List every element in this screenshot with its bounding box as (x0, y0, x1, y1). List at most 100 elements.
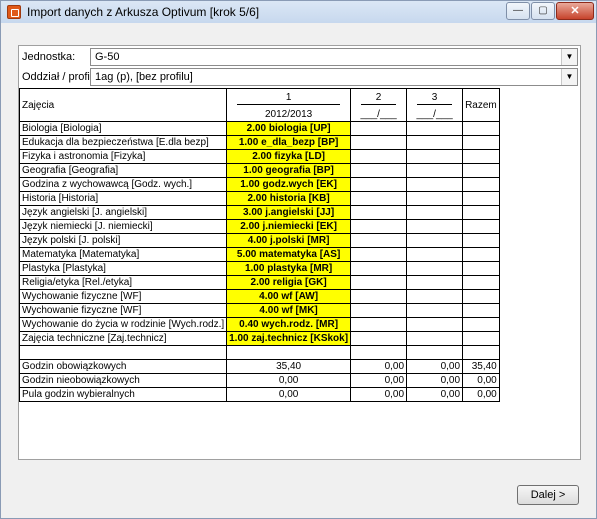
next-button[interactable]: Dalej > (517, 485, 579, 505)
table-row[interactable]: Geografia [Geografia] 1.00 geografia [BP] (18, 163, 500, 178)
assignment-cell[interactable]: 2.00 fizyka [LD] (226, 149, 352, 164)
subject-name-cell: Godzina z wychowawcą [Godz. wych.] (18, 177, 228, 192)
assignment-cell[interactable]: 2.00 biologia [UP] (226, 121, 352, 136)
year3-cell[interactable] (406, 275, 464, 290)
assignment-cell[interactable]: 4.00 wf [MK] (226, 303, 352, 318)
assignment-cell[interactable]: 2.00 historia [KB] (226, 191, 352, 206)
year2-cell[interactable] (350, 149, 408, 164)
year3-cell[interactable] (406, 163, 464, 178)
year3-cell[interactable] (406, 247, 464, 262)
oddzial-select[interactable]: 1ag (p), [bez profilu] ▼ (90, 68, 578, 86)
table-row[interactable]: Wychowanie fizyczne [WF] 4.00 wf [MK] (18, 303, 500, 318)
table-row[interactable]: Język angielski [J. angielski] 3.00 j.ang… (18, 205, 500, 220)
year3-cell[interactable] (406, 289, 464, 304)
year2-cell[interactable] (350, 247, 408, 262)
header-subject: Zajęcia (18, 88, 228, 122)
table-row[interactable]: Wychowanie fizyczne [WF] 4.00 wf [AW] (18, 289, 500, 304)
year2-cell[interactable] (350, 261, 408, 276)
title-bar: Import danych z Arkusza Optivum [krok 5/… (1, 1, 596, 23)
separator-cell (18, 345, 228, 360)
separator-cell (462, 345, 500, 360)
assignment-cell[interactable]: 4.00 j.polski [MR] (226, 233, 352, 248)
razem-cell (462, 233, 500, 248)
subject-name-cell: Język polski [J. polski] (18, 233, 228, 248)
summary-col1: 0,00 (226, 373, 352, 388)
close-button[interactable]: ✕ (556, 2, 594, 20)
assignment-cell[interactable]: 1.00 zaj.technicz [KSkok] (226, 331, 352, 346)
table-row[interactable]: Biologia [Biologia] 2.00 biologia [UP] (18, 121, 500, 136)
jednostka-select[interactable]: G-50 ▼ (90, 48, 578, 66)
table-row[interactable]: Religia/etyka [Rel./etyka] 2.00 religia [… (18, 275, 500, 290)
table-row[interactable]: Godzina z wychowawcą [Godz. wych.] 1.00 g… (18, 177, 500, 192)
razem-cell (462, 149, 500, 164)
maximize-button[interactable]: ▢ (531, 2, 555, 20)
year2-cell[interactable] (350, 205, 408, 220)
subject-name-cell: Wychowanie do życia w rodzinie [Wych.rod… (18, 317, 228, 332)
assignment-cell[interactable]: 5.00 matematyka [AS] (226, 247, 352, 262)
year2-cell[interactable] (350, 303, 408, 318)
table-row[interactable]: Plastyka [Plastyka] 1.00 plastyka [MR] (18, 261, 500, 276)
summary-razem: 35,40 (462, 359, 500, 374)
year2-cell[interactable] (350, 177, 408, 192)
summary-col1: 35,40 (226, 359, 352, 374)
header-col3-year: ___/___ (416, 109, 453, 120)
assignment-cell[interactable]: 2.00 j.niemiecki [EK] (226, 219, 352, 234)
year2-cell[interactable] (350, 331, 408, 346)
year3-cell[interactable] (406, 331, 464, 346)
oddzial-label: Oddział / profil: (22, 71, 96, 83)
year3-cell[interactable] (406, 149, 464, 164)
assignment-cell[interactable]: 1.00 geografia [BP] (226, 163, 352, 178)
table-row[interactable]: Edukacja dla bezpieczeństwa [E.dla bezp]… (18, 135, 500, 150)
year2-cell[interactable] (350, 191, 408, 206)
year2-cell[interactable] (350, 121, 408, 136)
header-col3: 3 ___/___ (406, 88, 464, 122)
subject-name-cell: Historia [Historia] (18, 191, 228, 206)
content-panel: Jednostka: G-50 ▼ Oddział / profil: 1ag … (18, 45, 581, 460)
year3-cell[interactable] (406, 191, 464, 206)
year3-cell[interactable] (406, 121, 464, 136)
table-row[interactable]: Fizyka i astronomia [Fizyka] 2.00 fizyka … (18, 149, 500, 164)
table-row[interactable]: Język niemiecki [J. niemiecki] 2.00 j.nie… (18, 219, 500, 234)
header-col2-year: ___/___ (360, 109, 397, 120)
year3-cell[interactable] (406, 303, 464, 318)
year3-cell[interactable] (406, 135, 464, 150)
year3-cell[interactable] (406, 317, 464, 332)
summary-razem: 0,00 (462, 373, 500, 388)
year2-cell[interactable] (350, 219, 408, 234)
minimize-button[interactable]: — (506, 2, 530, 20)
chevron-down-icon[interactable]: ▼ (561, 49, 577, 65)
assignment-cell[interactable]: 0.40 wych.rodz. [MR] (226, 317, 352, 332)
razem-cell (462, 331, 500, 346)
year2-cell[interactable] (350, 275, 408, 290)
assignment-cell[interactable]: 1.00 godz.wych [EK] (226, 177, 352, 192)
table-row[interactable]: Historia [Historia] 2.00 historia [KB] (18, 191, 500, 206)
import-window: Import danych z Arkusza Optivum [krok 5/… (0, 0, 597, 519)
year3-cell[interactable] (406, 219, 464, 234)
year3-cell[interactable] (406, 177, 464, 192)
subject-name-cell: Biologia [Biologia] (18, 121, 228, 136)
razem-cell (462, 247, 500, 262)
header-col1-number: 1 (237, 90, 341, 105)
year3-cell[interactable] (406, 205, 464, 220)
summary-col1: 0,00 (226, 387, 352, 402)
separator-cell (350, 345, 408, 360)
assignment-cell[interactable]: 2.00 religia [GK] (226, 275, 352, 290)
assignment-cell[interactable]: 1.00 e_dla_bezp [BP] (226, 135, 352, 150)
table-row[interactable]: Język polski [J. polski] 4.00 j.polski [M… (18, 233, 500, 248)
table-row[interactable]: Matematyka [Matematyka] 5.00 matematyka [… (18, 247, 500, 262)
year2-cell[interactable] (350, 289, 408, 304)
year2-cell[interactable] (350, 163, 408, 178)
year2-cell[interactable] (350, 233, 408, 248)
table-row[interactable]: Wychowanie do życia w rodzinie [Wych.rod… (18, 317, 500, 332)
assignment-cell[interactable]: 4.00 wf [AW] (226, 289, 352, 304)
year3-cell[interactable] (406, 261, 464, 276)
assignment-cell[interactable]: 3.00 j.angielski [JJ] (226, 205, 352, 220)
client-area: Jednostka: G-50 ▼ Oddział / profil: 1ag … (9, 31, 590, 512)
year2-cell[interactable] (350, 135, 408, 150)
year2-cell[interactable] (350, 317, 408, 332)
year3-cell[interactable] (406, 233, 464, 248)
razem-cell (462, 177, 500, 192)
assignment-cell[interactable]: 1.00 plastyka [MR] (226, 261, 352, 276)
chevron-down-icon[interactable]: ▼ (561, 69, 577, 85)
table-row[interactable]: Zajęcia techniczne [Zaj.technicz] 1.00 za… (18, 331, 500, 346)
